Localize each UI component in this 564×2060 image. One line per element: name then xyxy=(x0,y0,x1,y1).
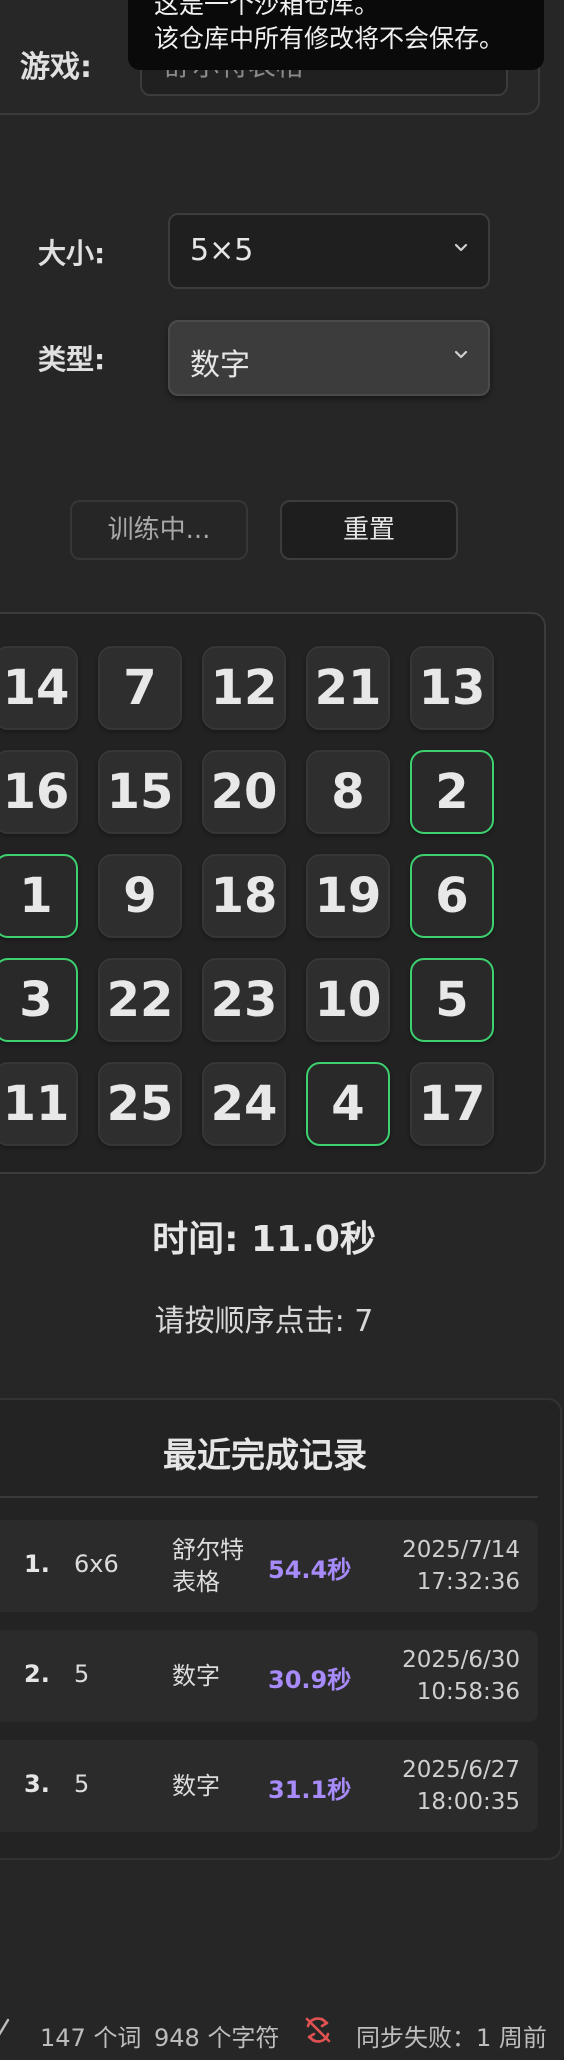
grid-cell[interactable]: 9 xyxy=(98,854,182,938)
grid-cell[interactable]: 21 xyxy=(306,646,390,730)
size-select[interactable]: 5×5 xyxy=(168,213,490,289)
grid-cell[interactable]: 1 xyxy=(0,854,78,938)
record-size: 6x6 xyxy=(74,1550,119,1578)
toast-line-1: 这是一个沙箱仓库。 xyxy=(154,0,380,19)
record-clock: 17:32:36 xyxy=(416,1569,520,1595)
grid-cell[interactable]: 18 xyxy=(202,854,286,938)
record-row: 2. 5 数字 30.9秒 2025/6/30 10:58:36 xyxy=(0,1630,538,1722)
size-select-value: 5×5 xyxy=(190,233,254,268)
grid-cell[interactable]: 5 xyxy=(410,958,494,1042)
type-select-value: 数字 xyxy=(190,348,250,383)
grid-cell[interactable]: 15 xyxy=(98,750,182,834)
type-label: 类型: xyxy=(38,343,106,376)
grid-cell[interactable]: 20 xyxy=(202,750,286,834)
record-index: 3. xyxy=(24,1770,50,1798)
grid-cell[interactable]: 12 xyxy=(202,646,286,730)
record-time: 30.9秒 xyxy=(268,1666,352,1694)
size-label: 大小: xyxy=(38,237,106,270)
record-clock: 10:58:36 xyxy=(416,1679,520,1705)
reset-button[interactable]: 重置 xyxy=(280,500,458,560)
grid-cell[interactable]: 14 xyxy=(0,646,78,730)
record-row: 3. 5 数字 31.1秒 2025/6/27 18:00:35 xyxy=(0,1740,538,1832)
grid-cell[interactable]: 3 xyxy=(0,958,78,1042)
record-type: 舒尔特表格 xyxy=(172,1536,244,1596)
grid-cell[interactable]: 24 xyxy=(202,1062,286,1146)
record-datetime: 2025/6/30 10:58:36 xyxy=(360,1644,520,1708)
sandbox-toast: 这是一个沙箱仓库。 该仓库中所有修改将不会保存。 xyxy=(128,0,544,70)
grid-cell[interactable]: 23 xyxy=(202,958,286,1042)
record-datetime: 2025/6/27 18:00:35 xyxy=(360,1754,520,1818)
record-index: 2. xyxy=(24,1660,50,1688)
sync-failed-icon[interactable] xyxy=(302,2014,334,2046)
grid-cell[interactable]: 8 xyxy=(306,750,390,834)
status-bar: 147 个词 948 个字符 同步失败：1 周前 xyxy=(0,2000,564,2060)
records-title: 最近完成记录 xyxy=(163,1436,367,1476)
record-time: 54.4秒 xyxy=(268,1556,352,1584)
timer: 时间: 11.0秒 xyxy=(152,1219,376,1260)
record-date: 2025/6/30 xyxy=(402,1647,520,1673)
grid-cell[interactable]: 11 xyxy=(0,1062,78,1146)
edit-icon[interactable] xyxy=(0,2014,14,2044)
chevron-down-icon xyxy=(454,243,468,252)
chevron-down-icon xyxy=(454,350,468,359)
record-date: 2025/6/27 xyxy=(402,1757,520,1783)
grid-cell[interactable]: 6 xyxy=(410,854,494,938)
toast-line-2: 该仓库中所有修改将不会保存。 xyxy=(154,24,505,53)
grid-cell[interactable]: 19 xyxy=(306,854,390,938)
grid-cell[interactable]: 7 xyxy=(98,646,182,730)
grid-cell[interactable]: 10 xyxy=(306,958,390,1042)
record-datetime: 2025/7/14 17:32:36 xyxy=(360,1534,520,1598)
training-button[interactable]: 训练中... xyxy=(70,500,248,560)
grid-cell[interactable]: 25 xyxy=(98,1062,182,1146)
char-count: 948 个字符 xyxy=(154,2024,280,2052)
schulte-grid: 14 7 12 21 13 16 15 20 8 2 1 9 18 19 6 3 22 23 10 5 11 25 24 4 1… xyxy=(0,612,546,1174)
sync-status[interactable]: 同步失败：1 周前 xyxy=(356,2018,547,2053)
record-type: 数字 xyxy=(172,1772,220,1800)
record-time: 31.1秒 xyxy=(268,1776,352,1804)
record-row: 1. 6x6 舒尔特表格 54.4秒 2025/7/14 17:32:36 xyxy=(0,1520,538,1612)
record-index: 1. xyxy=(24,1550,50,1578)
record-date: 2025/7/14 xyxy=(402,1537,520,1563)
recent-records-panel: 最近完成记录 1. 6x6 舒尔特表格 54.4秒 2025/7/14 17:3… xyxy=(0,1398,562,1860)
grid-cell[interactable]: 22 xyxy=(98,958,182,1042)
word-count: 147 个词 xyxy=(40,2024,142,2052)
record-clock: 18:00:35 xyxy=(416,1789,520,1815)
grid-cell[interactable]: 17 xyxy=(410,1062,494,1146)
record-size: 5 xyxy=(74,1660,90,1688)
record-type: 数字 xyxy=(172,1662,220,1690)
grid-cell[interactable]: 4 xyxy=(306,1062,390,1146)
grid-cell[interactable]: 13 xyxy=(410,646,494,730)
records-divider xyxy=(0,1496,538,1498)
grid-cell[interactable]: 16 xyxy=(0,750,78,834)
type-select[interactable]: 数字 xyxy=(168,320,490,396)
grid-cell[interactable]: 2 xyxy=(410,750,494,834)
game-label: 游戏: xyxy=(20,50,92,85)
next-number-prompt: 请按顺序点击: 7 xyxy=(154,1304,374,1339)
record-size: 5 xyxy=(74,1770,90,1798)
